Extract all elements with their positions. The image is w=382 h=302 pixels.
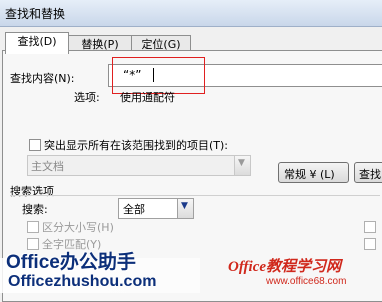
scope-select-value: 主文档 <box>31 160 64 173</box>
tab-find-label: 查找(D) <box>17 35 57 48</box>
find-button-label: 查找 <box>359 168 381 181</box>
highlight-all-label: 突出显示所有在该范围找到的项目(T): <box>44 139 229 152</box>
match-case-label: 区分大小写(H) <box>42 221 114 234</box>
chevron-down-icon: ▼ <box>238 158 245 168</box>
watermark-right-url: www.office68.com <box>266 276 347 287</box>
search-options-label: 搜索选项 <box>10 185 54 198</box>
title-bar: 查找和替换 <box>0 0 382 27</box>
normal-options-button[interactable]: 常规 ¥ (L) <box>278 162 349 183</box>
normal-options-label: 常规 ¥ (L) <box>284 168 335 181</box>
right-option-checkbox[interactable] <box>364 221 376 233</box>
watermark-left-url: Officezhushou.com <box>8 273 157 290</box>
search-direction-label: 搜索: <box>22 203 48 216</box>
scope-dropdown-button[interactable]: ▼ <box>234 156 250 175</box>
search-direction-value: 全部 <box>123 203 145 216</box>
search-direction-select[interactable]: 全部 ▼ <box>118 198 194 219</box>
group-divider <box>10 195 380 196</box>
find-what-label: 查找内容(N): <box>10 72 75 85</box>
tab-find[interactable]: 查找(D) <box>5 32 69 54</box>
match-case-checkbox[interactable] <box>27 221 39 233</box>
watermark-right-logo: Office教程学习网 <box>228 259 342 275</box>
find-button[interactable]: 查找 <box>354 162 382 183</box>
search-direction-dropdown[interactable]: ▼ <box>177 199 193 218</box>
right-option-checkbox-2[interactable] <box>364 238 376 250</box>
options-label: 选项: <box>74 91 100 104</box>
chevron-down-icon: ▼ <box>181 201 188 211</box>
highlight-all-checkbox[interactable] <box>29 139 41 151</box>
options-value: 使用通配符 <box>120 91 175 104</box>
window-title: 查找和替换 <box>5 7 66 21</box>
watermark-left-box: Officezhushou.com <box>0 268 200 293</box>
scope-select[interactable]: 主文档 ▼ <box>27 155 251 176</box>
